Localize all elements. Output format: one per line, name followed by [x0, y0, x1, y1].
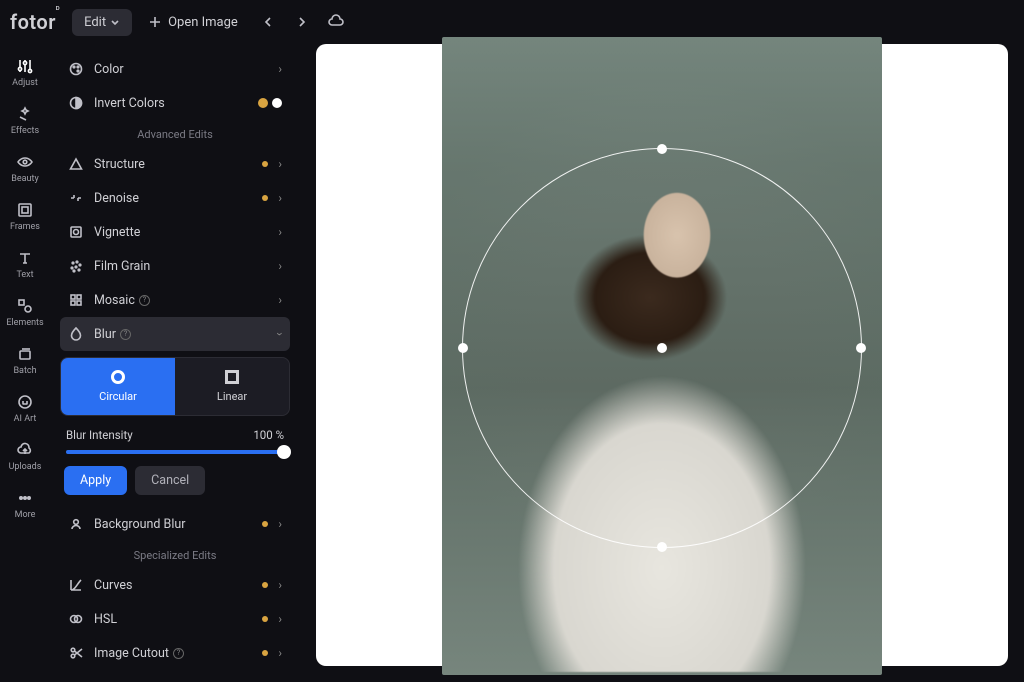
blur-selection-circle[interactable] [462, 148, 862, 548]
rail-text[interactable]: Text [2, 242, 48, 286]
intensity-value: 100 % [253, 428, 284, 442]
section-advanced: Advanced Edits [60, 120, 290, 147]
intensity-slider[interactable] [66, 450, 284, 454]
hsl-icon [68, 611, 84, 627]
edit-dropdown[interactable]: Edit [72, 9, 132, 36]
pro-badge [262, 582, 268, 588]
scissors-icon [68, 645, 84, 661]
cloud-sync-button[interactable] [322, 8, 350, 36]
handle-north[interactable] [657, 144, 667, 154]
slider-knob[interactable] [277, 445, 291, 459]
blur-shape-toggle: Circular Linear [60, 357, 290, 416]
color-swatches [258, 98, 282, 108]
stack-icon [15, 344, 35, 364]
grain-icon [68, 258, 84, 274]
rail-adjust[interactable]: Adjust [2, 50, 48, 94]
rail-ai-art[interactable]: AI Art [2, 386, 48, 430]
rail-beauty[interactable]: Beauty [2, 146, 48, 190]
more-icon [15, 488, 35, 508]
undo-button[interactable] [254, 8, 282, 36]
chevron-right-icon: › [278, 225, 282, 239]
chevron-right-icon: › [278, 578, 282, 592]
mosaic-icon [68, 292, 84, 308]
help-icon[interactable]: ? [173, 648, 184, 659]
chevron-right-icon: › [278, 293, 282, 307]
pro-badge [262, 161, 268, 167]
row-curves[interactable]: Curves › [60, 568, 290, 602]
intensity-label: Blur Intensity [66, 428, 133, 442]
vignette-icon [68, 224, 84, 240]
redo-button[interactable] [288, 8, 316, 36]
rail-more[interactable]: More [2, 482, 48, 526]
cancel-button[interactable]: Cancel [135, 466, 205, 495]
rail-frames[interactable]: Frames [2, 194, 48, 238]
chevron-right-icon: › [278, 517, 282, 531]
open-image-button[interactable]: Open Image [138, 15, 248, 30]
blur-circular[interactable]: Circular [61, 358, 175, 415]
row-structure[interactable]: Structure › [60, 147, 290, 181]
circle-icon [111, 370, 125, 384]
chevron-right-icon: › [278, 612, 282, 626]
canvas-area [300, 44, 1024, 682]
pro-badge [262, 650, 268, 656]
rectangle-icon [225, 370, 239, 384]
chevron-right-icon: › [278, 646, 282, 660]
row-color[interactable]: Color › [60, 52, 290, 86]
upload-icon [15, 440, 35, 460]
row-image-cutout[interactable]: Image Cutout? › [60, 636, 290, 670]
adjust-panel: Color › Invert Colors Advanced Edits Str… [50, 44, 300, 682]
pro-badge [262, 616, 268, 622]
blur-linear[interactable]: Linear [175, 358, 289, 415]
rail-effects[interactable]: Effects [2, 98, 48, 142]
help-icon[interactable]: ? [139, 295, 150, 306]
row-invert-colors[interactable]: Invert Colors [60, 86, 290, 120]
handle-west[interactable] [458, 343, 468, 353]
row-hsl[interactable]: HSL › [60, 602, 290, 636]
handle-center[interactable] [657, 343, 667, 353]
row-background-blur[interactable]: Background Blur › [60, 507, 290, 541]
plus-icon [148, 15, 162, 29]
triangle-icon [68, 156, 84, 172]
section-specialized: Specialized Edits [60, 541, 290, 568]
pro-badge [262, 521, 268, 527]
shapes-icon [15, 296, 35, 316]
chevron-down-icon [110, 17, 120, 27]
pro-badge [262, 195, 268, 201]
apply-button[interactable]: Apply [64, 466, 127, 495]
frame-icon [15, 200, 35, 220]
row-mosaic[interactable]: Mosaic? › [60, 283, 290, 317]
image[interactable] [442, 37, 882, 675]
rail-uploads[interactable]: Uploads [2, 434, 48, 478]
chevron-down-icon: › [273, 332, 287, 336]
blur-icon [68, 326, 84, 342]
rail-elements[interactable]: Elements [2, 290, 48, 334]
text-icon [15, 248, 35, 268]
chevron-right-icon: › [278, 259, 282, 273]
help-icon[interactable]: ? [120, 329, 131, 340]
tool-rail: Adjust Effects Beauty Frames Text Elemen… [0, 44, 50, 682]
blur-intensity: Blur Intensity 100 % [60, 426, 290, 466]
wand-icon [15, 104, 35, 124]
palette-icon [68, 61, 84, 77]
handle-south[interactable] [657, 542, 667, 552]
contrast-icon [68, 95, 84, 111]
portrait-icon [68, 516, 84, 532]
rail-batch[interactable]: Batch [2, 338, 48, 382]
eye-icon [15, 152, 35, 172]
row-film-grain[interactable]: Film Grain › [60, 249, 290, 283]
row-vignette[interactable]: Vignette › [60, 215, 290, 249]
handle-east[interactable] [856, 343, 866, 353]
logo: fotorᴰ [10, 10, 60, 34]
chevron-right-icon: › [278, 62, 282, 76]
sliders-icon [15, 56, 35, 76]
ai-icon [15, 392, 35, 412]
canvas[interactable] [316, 44, 1008, 666]
row-denoise[interactable]: Denoise › [60, 181, 290, 215]
chevron-right-icon: › [278, 191, 282, 205]
curves-icon [68, 577, 84, 593]
denoise-icon [68, 190, 84, 206]
row-blur[interactable]: Blur? › [60, 317, 290, 351]
chevron-right-icon: › [278, 157, 282, 171]
